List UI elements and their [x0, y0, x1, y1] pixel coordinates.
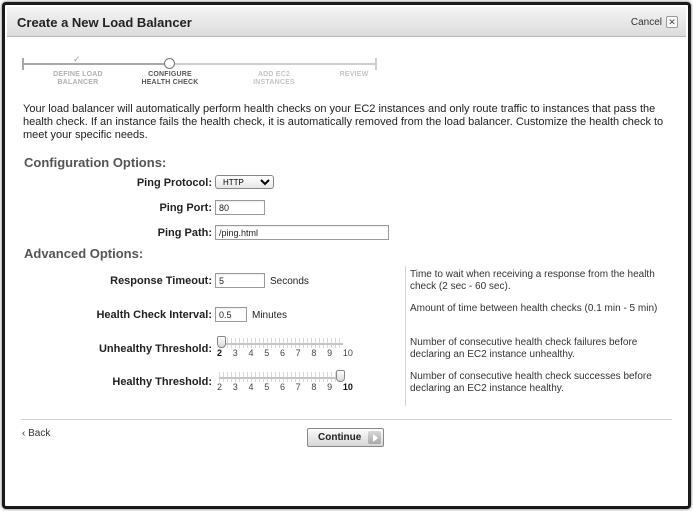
- back-link[interactable]: ‹ Back: [22, 428, 50, 439]
- arrow-right-icon: [368, 431, 381, 444]
- slider-scale-label: 2: [217, 382, 223, 392]
- slider-scale-label: 6: [279, 382, 285, 392]
- ping-port-input[interactable]: [215, 200, 265, 215]
- configuration-options-heading: Configuration Options:: [24, 155, 167, 170]
- ping-path-input[interactable]: [215, 225, 389, 240]
- slider-scale-label: 8: [311, 382, 317, 392]
- slider-scale-label: 2: [217, 348, 223, 358]
- ping-protocol-select[interactable]: HTTP: [215, 175, 274, 189]
- slider-scale-label: 8: [311, 348, 317, 358]
- step-label-line: HEALTH CHECK: [141, 79, 199, 86]
- help-divider: [405, 266, 406, 406]
- health-check-interval-input[interactable]: [215, 307, 247, 322]
- step-label-line: REVIEW: [339, 71, 369, 78]
- slider-scale-label: 3: [232, 382, 238, 392]
- slider-scale-label: 3: [232, 348, 238, 358]
- ping-path-label: Ping Path:: [157, 227, 212, 239]
- slider-scale-label: 7: [295, 348, 301, 358]
- close-icon[interactable]: ✕: [666, 16, 678, 28]
- step-configure-health-check: CONFIGURE HEALTH CHECK: [135, 71, 205, 87]
- step-add-ec2-instances: ADD EC2 INSTANCES: [239, 71, 309, 87]
- ping-protocol-label: Ping Protocol:: [136, 177, 212, 189]
- health-check-interval-label: Health Check Interval:: [96, 309, 212, 321]
- cancel-label: Cancel: [630, 16, 662, 28]
- wizard-steps: ✓ DEFINE LOAD BALANCER CONFIGURE HEALTH …: [17, 51, 377, 91]
- slider-scale-label: 5: [264, 348, 270, 358]
- response-timeout-unit: Seconds: [270, 276, 309, 287]
- steps-progress: [23, 63, 168, 65]
- response-timeout-help: Time to wait when receiving a response f…: [410, 269, 655, 292]
- ping-port-label: Ping Port:: [159, 202, 212, 214]
- continue-button[interactable]: Continue: [307, 428, 384, 447]
- step-label-line: INSTANCES: [253, 79, 295, 86]
- healthy-threshold-label: Healthy Threshold:: [112, 376, 212, 388]
- slider-ticks: [219, 372, 343, 382]
- intro-text: Your load balancer will automatically pe…: [23, 103, 664, 141]
- steps-end-marker: [375, 58, 377, 70]
- dialog-title: Create a New Load Balancer: [17, 15, 192, 30]
- slider-scale-label: 4: [248, 382, 254, 392]
- step-define-load-balancer: DEFINE LOAD BALANCER: [43, 71, 113, 87]
- unhealthy-threshold-label: Unhealthy Threshold:: [98, 343, 212, 355]
- steps-start-marker: [22, 58, 24, 70]
- unhealthy-threshold-slider[interactable]: 2 3 4 5 6 7 8 9 10: [217, 336, 353, 362]
- check-icon: ✓: [73, 54, 81, 64]
- slider-scale: 2 3 4 5 6 7 8 9 10: [217, 348, 353, 358]
- health-check-interval-help: Amount of time between health checks (0.…: [410, 303, 658, 314]
- step-review: REVIEW: [329, 71, 379, 79]
- slider-scale-label: 4: [248, 348, 254, 358]
- current-step-icon: [164, 58, 175, 69]
- slider-handle[interactable]: [336, 370, 345, 382]
- slider-scale-label: 10: [342, 348, 353, 358]
- step-label-line: ADD EC2: [257, 71, 291, 78]
- unhealthy-threshold-help: Number of consecutive health check failu…: [410, 337, 638, 360]
- healthy-threshold-slider[interactable]: 2 3 4 5 6 7 8 9 10: [217, 370, 353, 396]
- response-timeout-input[interactable]: [215, 273, 265, 288]
- health-check-interval-unit: Minutes: [252, 310, 288, 321]
- slider-handle[interactable]: [217, 336, 226, 348]
- slider-scale-label: 5: [264, 382, 270, 392]
- slider-scale-label: 6: [279, 348, 285, 358]
- continue-label: Continue: [318, 432, 362, 443]
- footer-divider: [21, 419, 672, 420]
- cancel-button[interactable]: Cancel ✕: [631, 16, 678, 28]
- slider-scale-label: 7: [295, 382, 301, 392]
- load-balancer-dialog: Create a New Load Balancer Cancel ✕ ✓ DE…: [7, 7, 686, 504]
- step-label-line: DEFINE LOAD: [53, 71, 103, 78]
- dialog-titlebar: Create a New Load Balancer Cancel ✕: [7, 7, 686, 37]
- slider-scale-label: 9: [327, 348, 333, 358]
- slider-ticks: [219, 338, 343, 348]
- response-timeout-label: Response Timeout:: [110, 275, 212, 287]
- slider-scale-label: 9: [327, 382, 333, 392]
- step-label-line: BALANCER: [57, 79, 99, 86]
- step-label-line: CONFIGURE: [148, 71, 192, 78]
- slider-scale-label: 10: [342, 382, 353, 392]
- healthy-threshold-help: Number of consecutive health check succe…: [410, 371, 652, 394]
- advanced-options-heading: Advanced Options:: [24, 246, 144, 261]
- slider-scale: 2 3 4 5 6 7 8 9 10: [217, 382, 353, 392]
